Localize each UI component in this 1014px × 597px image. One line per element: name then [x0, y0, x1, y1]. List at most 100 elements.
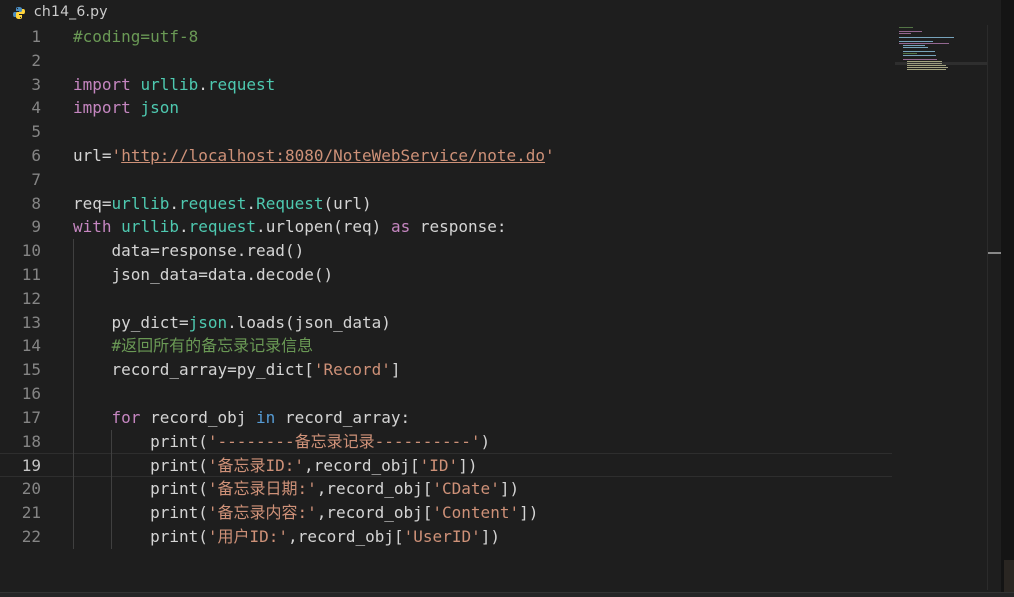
- file-tab-label[interactable]: ch14_6.py: [34, 4, 108, 20]
- minimap-viewport[interactable]: [895, 62, 987, 65]
- code-token: py_dict: [236, 360, 305, 380]
- code-token: 'Record': [313, 360, 391, 380]
- code-line[interactable]: 15 record_array=py_dict['Record']: [0, 358, 892, 382]
- code-token: 'CDate': [432, 479, 500, 499]
- minimap-line: [903, 51, 935, 52]
- minimap-line: [899, 41, 934, 42]
- code-line[interactable]: 3 import urllib.request: [0, 73, 892, 97]
- code-token: response: [419, 217, 497, 237]
- code-line[interactable]: 1 #coding=utf-8: [0, 25, 892, 49]
- code-line[interactable]: 9 with urllib.request.urlopen(req) as res…: [0, 215, 892, 239]
- line-number: 10: [21, 241, 41, 261]
- minimap-line: [899, 33, 912, 34]
- line-number: 19: [21, 456, 41, 476]
- scroll-cursor-marker: [988, 252, 1002, 254]
- code-token: [: [394, 526, 404, 546]
- code-text: py_dict=json.loads(json_data): [73, 311, 391, 335]
- code-token: as: [390, 217, 411, 237]
- code-line[interactable]: 4 import json: [0, 96, 892, 120]
- code-token: ': [545, 146, 555, 165]
- code-token: (: [198, 503, 208, 522]
- code-token: (): [313, 265, 334, 284]
- code-line[interactable]: 22 print('用户ID:',record_obj['UserID']): [0, 525, 892, 549]
- code-token: [: [422, 503, 433, 522]
- line-number: 14: [21, 336, 41, 356]
- code-token: .: [236, 241, 247, 261]
- code-token: print: [150, 456, 199, 476]
- line-number: 18: [21, 431, 41, 451]
- code-token: record_array: [111, 360, 228, 380]
- code-line[interactable]: 8 req=urllib.request.Request(url): [0, 192, 892, 216]
- code-token: .: [246, 193, 257, 213]
- code-line[interactable]: 16: [0, 382, 892, 406]
- code-token: with: [73, 217, 112, 237]
- code-line[interactable]: 5: [0, 120, 892, 144]
- code-line[interactable]: 12: [0, 287, 892, 311]
- code-token: .: [198, 74, 208, 94]
- code-text: req=urllib.request.Request(url): [73, 192, 372, 216]
- code-token: #coding=utf-8: [73, 27, 199, 46]
- code-line[interactable]: 10 data=response.read(): [0, 239, 892, 263]
- minimap-line: [899, 27, 914, 28]
- code-token: json: [188, 312, 228, 332]
- code-text: url='http://localhost:8080/NoteWebServic…: [73, 144, 555, 168]
- line-number: 6: [31, 146, 41, 165]
- code-token: '用户ID:': [207, 526, 289, 546]
- minimap-line: [903, 53, 918, 54]
- code-line[interactable]: 17 for record_obj in record_array:: [0, 406, 892, 430]
- vertical-scrollbar[interactable]: [987, 25, 1002, 590]
- code-token: print: [150, 479, 199, 499]
- code-token: '--------备忘录记录----------': [207, 431, 481, 451]
- indent-guide: [73, 239, 74, 549]
- line-number: 11: [21, 265, 41, 284]
- code-line[interactable]: 2: [0, 49, 892, 73]
- code-token: '备忘录ID:': [207, 456, 305, 476]
- code-token: '备忘录内容:': [207, 503, 317, 522]
- code-text: print('--------备忘录记录----------'): [73, 430, 490, 454]
- code-text: print('用户ID:',record_obj['UserID']): [73, 525, 500, 549]
- line-number: 1: [31, 27, 41, 46]
- code-line[interactable]: 20 print('备忘录日期:',record_obj['CDate']): [0, 477, 892, 501]
- code-line[interactable]: 18 print('--------备忘录记录----------'): [0, 430, 892, 454]
- minimap-line: [903, 45, 925, 46]
- code-token: record_obj: [297, 526, 395, 546]
- code-token: [: [410, 456, 420, 476]
- minimap-line: [903, 55, 936, 56]
- code-token: json_data: [294, 312, 382, 332]
- code-line[interactable]: 14 #返回所有的备忘录记录信息: [0, 334, 892, 358]
- code-token: (): [284, 241, 305, 261]
- code-area[interactable]: 1 #coding=utf-8 2 3 import urllib.request 4 im…: [0, 25, 892, 590]
- code-token: #返回所有的备忘录记录信息: [111, 336, 314, 356]
- code-line[interactable]: 19 print('备忘录ID:',record_obj['ID']): [0, 453, 892, 478]
- code-token: =: [198, 265, 208, 284]
- minimap[interactable]: [895, 25, 987, 85]
- code-line[interactable]: 6 url='http://localhost:8080/NoteWebServi…: [0, 144, 892, 168]
- code-token: ): [480, 431, 491, 451]
- code-token: ,: [316, 503, 327, 522]
- code-token: :: [400, 407, 411, 427]
- code-token: 'Content': [432, 503, 520, 522]
- code-line[interactable]: 11 json_data=data.decode(): [0, 263, 892, 287]
- code-token: [: [304, 360, 314, 380]
- code-line[interactable]: 21 print('备忘录内容:',record_obj['Content']): [0, 501, 892, 525]
- code-line[interactable]: 13 py_dict=json.loads(json_data): [0, 311, 892, 335]
- code-token: =: [101, 146, 112, 165]
- code-token: data: [111, 241, 151, 261]
- code-token: read: [246, 241, 285, 261]
- code-token: urlopen: [265, 217, 334, 237]
- code-token: print: [150, 526, 199, 546]
- line-number: 8: [31, 193, 41, 213]
- code-token: loads: [236, 312, 285, 332]
- code-token: record_obj: [326, 479, 423, 499]
- window-edge: [1001, 0, 1014, 597]
- code-token: (: [198, 431, 208, 451]
- code-line[interactable]: 7: [0, 168, 892, 192]
